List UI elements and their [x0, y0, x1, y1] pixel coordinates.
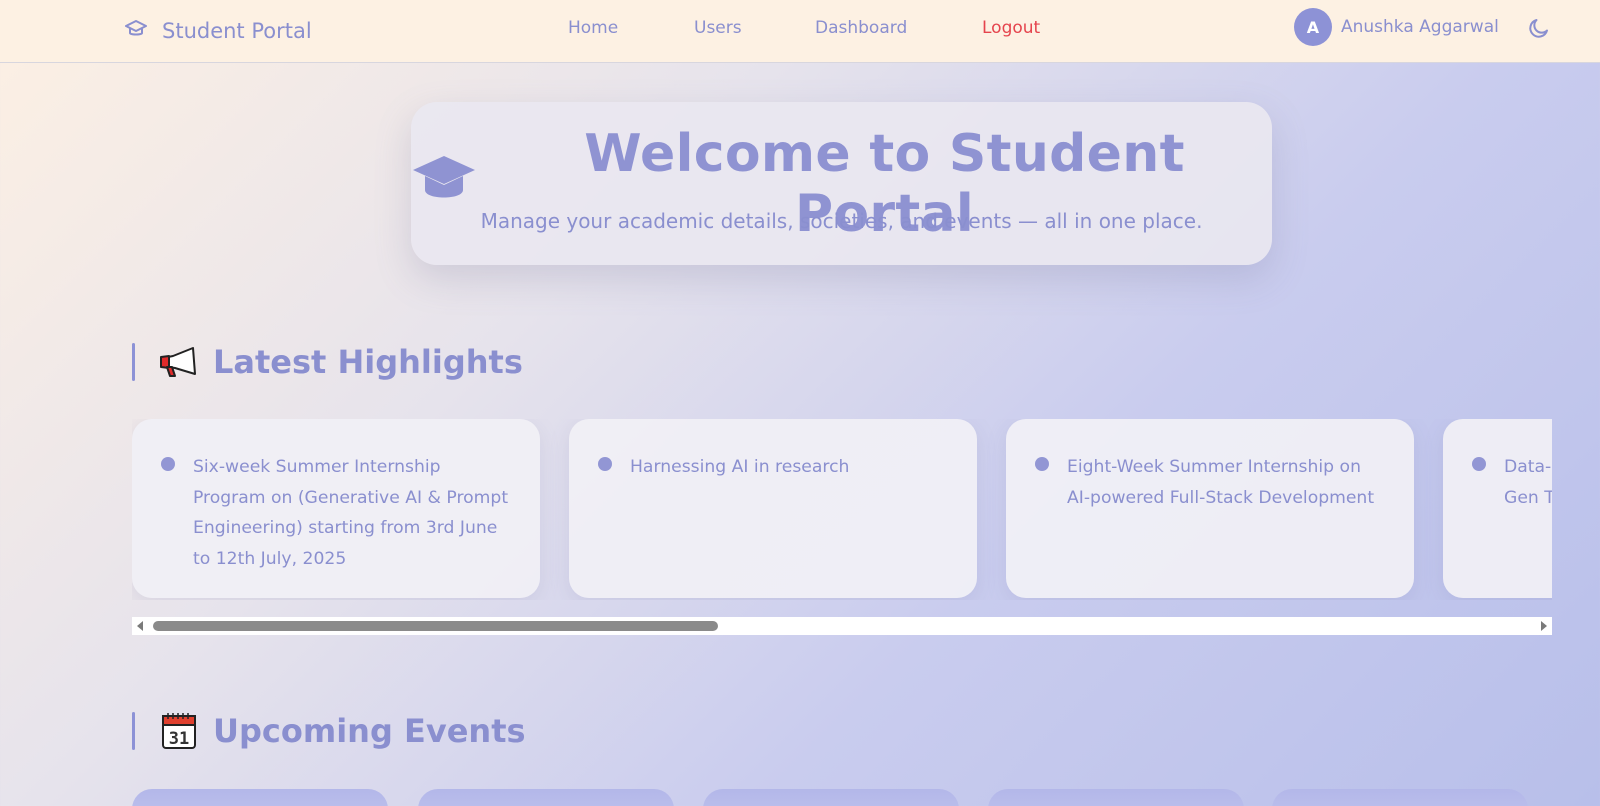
- bullet-dot: [1035, 457, 1049, 471]
- scroll-left-arrow-icon[interactable]: [137, 621, 143, 631]
- avatar: A: [1294, 8, 1332, 46]
- nav-users-link[interactable]: Users: [694, 18, 742, 38]
- highlight-card[interactable]: Six-week Summer Internship Program on (G…: [132, 419, 540, 598]
- highlight-card[interactable]: Eight-Week Summer Internship on AI-power…: [1006, 419, 1414, 598]
- brand[interactable]: Student Portal: [124, 14, 312, 48]
- heading-accent-bar: [132, 343, 135, 381]
- bullet-dot: [1472, 457, 1486, 471]
- calendar-icon: 31: [159, 713, 199, 749]
- moon-icon[interactable]: [1527, 16, 1551, 40]
- highlight-text: Six-week Summer Internship Program on (G…: [193, 457, 509, 569]
- scroll-right-arrow-icon[interactable]: [1541, 621, 1547, 631]
- highlight-text: Harnessing AI in research: [630, 457, 850, 477]
- brand-name: Student Portal: [162, 19, 312, 43]
- horizontal-scrollbar[interactable]: [132, 617, 1552, 635]
- highlight-text: Data-Driven Innovations for Next-Gen Tec…: [1504, 457, 1552, 508]
- user-profile[interactable]: A Anushka Aggarwal: [1294, 8, 1499, 46]
- navbar: Student Portal Home Users Dashboard Logo…: [0, 0, 1600, 63]
- graduation-cap-icon: [124, 17, 148, 46]
- nav-home-link[interactable]: Home: [568, 18, 618, 38]
- highlights-heading: Latest Highlights: [132, 343, 523, 381]
- nav-logout-link[interactable]: Logout: [982, 18, 1040, 38]
- heading-accent-bar: [132, 712, 135, 750]
- events-title: Upcoming Events: [213, 712, 526, 750]
- hero-subtitle: Manage your academic details, societies,…: [480, 209, 1203, 233]
- bullet-dot: [598, 457, 612, 471]
- highlight-card[interactable]: Harnessing AI in research: [569, 419, 977, 598]
- megaphone-icon: [159, 344, 199, 380]
- event-card[interactable]: [418, 789, 674, 806]
- welcome-hero: Welcome to Student Portal Manage your ac…: [411, 102, 1272, 265]
- bullet-dot: [161, 457, 175, 471]
- scrollbar-thumb[interactable]: [153, 621, 718, 631]
- events-heading: 31 Upcoming Events: [132, 712, 526, 750]
- nav-dashboard-link[interactable]: Dashboard: [815, 18, 907, 38]
- event-card[interactable]: [132, 789, 388, 806]
- event-card[interactable]: [988, 789, 1244, 806]
- highlight-card[interactable]: Data-Driven Innovations for Next-Gen Tec…: [1443, 419, 1552, 598]
- svg-text:31: 31: [169, 729, 189, 749]
- highlights-carousel[interactable]: Six-week Summer Internship Program on (G…: [132, 419, 1552, 600]
- highlight-text: Eight-Week Summer Internship on AI-power…: [1067, 457, 1375, 508]
- event-card[interactable]: [1272, 789, 1528, 806]
- event-card[interactable]: [703, 789, 959, 806]
- highlights-title: Latest Highlights: [213, 343, 523, 381]
- user-name: Anushka Aggarwal: [1341, 17, 1499, 37]
- graduation-cap-icon: [411, 152, 477, 217]
